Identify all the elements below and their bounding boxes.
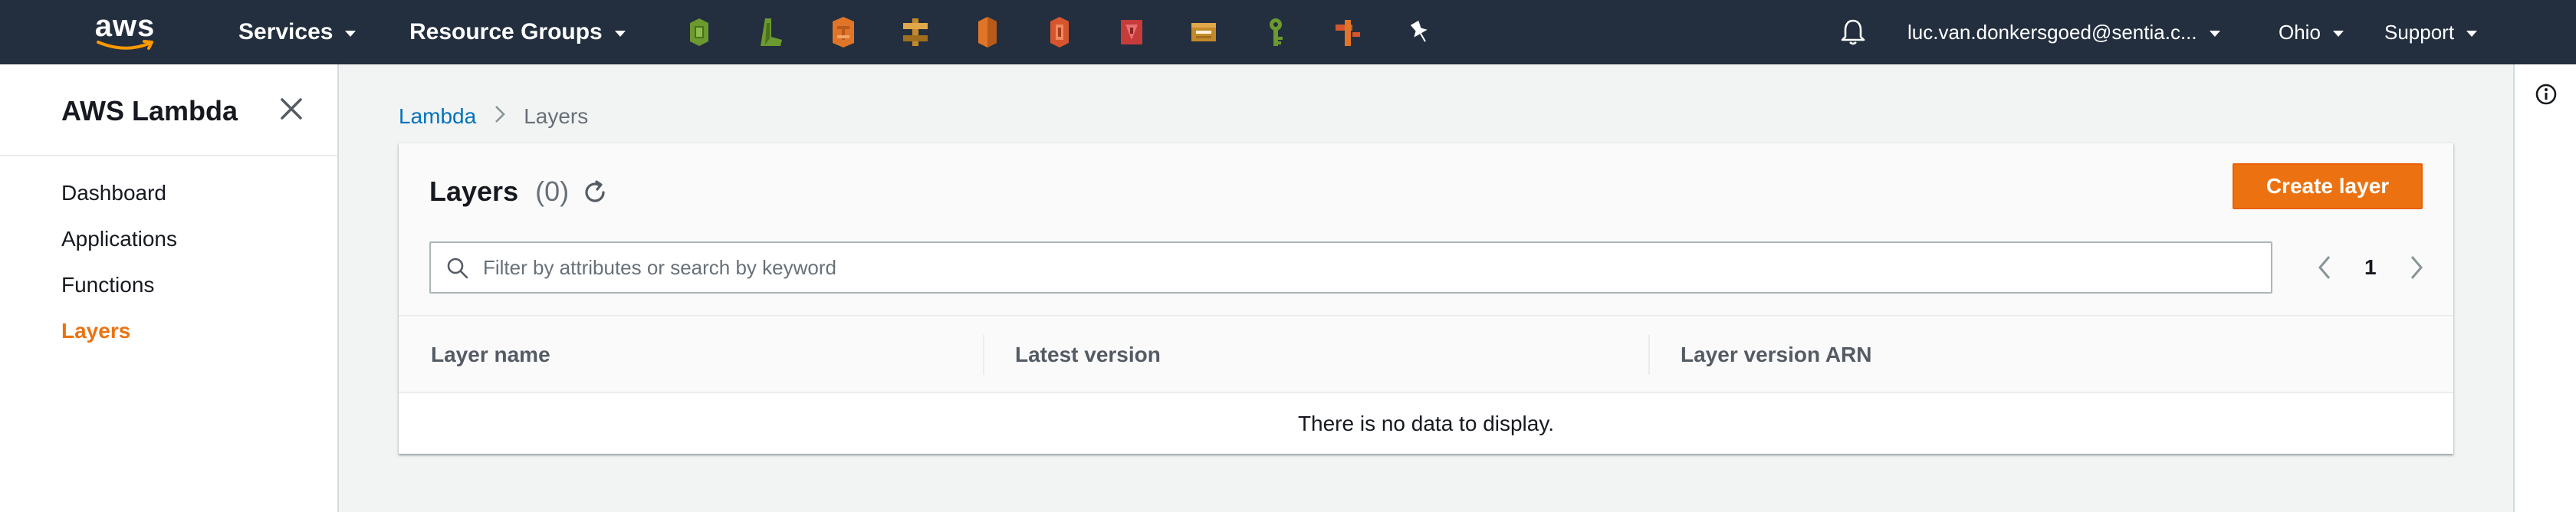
next-page-button[interactable] [2407, 254, 2426, 281]
search-icon [447, 258, 468, 279]
breadcrumb-lambda-link[interactable]: Lambda [399, 104, 476, 129]
chevron-left-icon [2318, 256, 2331, 279]
top-navigation-bar: aws Services Resource Groups luc.van.don… [0, 0, 2576, 64]
chevron-down-icon [2332, 31, 2344, 37]
sidebar-item-layers[interactable]: Layers [61, 319, 130, 343]
aws-service-icon[interactable] [1118, 17, 1145, 48]
aws-logo[interactable]: aws [90, 11, 159, 54]
sidebar-item-applications[interactable]: Applications [61, 227, 177, 251]
column-resizer[interactable] [983, 335, 984, 375]
chevron-right-icon [495, 104, 506, 129]
bell-icon [1841, 19, 1865, 45]
api-gateway-icon[interactable] [1334, 17, 1362, 48]
notifications-button[interactable] [1840, 0, 1866, 64]
chevron-down-icon [345, 31, 356, 37]
breadcrumb-current: Layers [524, 104, 589, 128]
empty-table-message: There is no data to display. [1297, 412, 1555, 435]
column-resizer[interactable] [1648, 335, 1650, 375]
create-layer-button[interactable]: Create layer [2233, 163, 2423, 209]
refresh-button[interactable] [580, 177, 610, 208]
services-menu-label: Services [238, 19, 334, 44]
sidebar-item-dashboard[interactable]: Dashboard [61, 181, 166, 205]
breadcrumb: Lambda Layers [399, 104, 588, 129]
pin-icon[interactable] [1406, 17, 1434, 48]
account-menu-label: luc.van.donkersgoed@sentia.c... [1907, 20, 2197, 44]
info-icon [2535, 84, 2557, 105]
elastic-beanstalk-icon[interactable] [757, 17, 785, 48]
support-menu[interactable]: Support [2384, 0, 2478, 64]
sidebar-item-functions[interactable]: Functions [61, 273, 154, 297]
step-functions-icon[interactable] [902, 17, 929, 48]
chevron-down-icon [2466, 31, 2478, 37]
refresh-icon [585, 180, 605, 202]
chevron-right-icon [2410, 256, 2423, 279]
resource-groups-menu[interactable]: Resource Groups [409, 0, 626, 64]
ec2-icon[interactable] [685, 17, 713, 48]
chevron-down-icon [2209, 31, 2220, 37]
lambda-service-icon[interactable] [830, 17, 857, 48]
layers-title: Layers [429, 176, 519, 207]
close-icon [281, 98, 302, 120]
aws-logo-text: aws [94, 9, 156, 43]
resource-groups-menu-label: Resource Groups [409, 19, 603, 44]
sidenav-title: AWS Lambda [61, 95, 238, 126]
filter-input[interactable] [483, 249, 2246, 286]
info-button[interactable] [2535, 83, 2558, 106]
side-navigation: AWS Lambda Dashboard Applications Functi… [0, 64, 339, 512]
iam-icon[interactable] [1262, 17, 1290, 48]
page-number[interactable]: 1 [2364, 255, 2377, 280]
layers-table-container: Layers (0) Create layer 1 [399, 143, 2453, 454]
support-menu-label: Support [2384, 20, 2455, 44]
layers-header: Layers (0) Create layer 1 [399, 143, 2453, 317]
help-panel-rail [2513, 64, 2576, 512]
aws-service-icon[interactable] [1046, 17, 1073, 48]
services-menu[interactable]: Services [238, 0, 356, 64]
filter-box [429, 241, 2272, 294]
pagination: 1 [2315, 241, 2426, 294]
layers-count: (0) [535, 176, 570, 207]
close-navigation-button[interactable] [278, 95, 305, 123]
aws-service-icon[interactable] [974, 17, 1001, 48]
region-menu[interactable]: Ohio [2279, 0, 2344, 64]
account-menu[interactable]: luc.van.donkersgoed@sentia.c... [1907, 0, 2220, 64]
aws-smile-icon [97, 40, 153, 50]
column-header-layer-name[interactable]: Layer name [431, 318, 550, 392]
previous-page-button[interactable] [2315, 254, 2334, 281]
column-header-layer-version-arn[interactable]: Layer version ARN [1681, 318, 1872, 392]
layers-heading: Layers (0) [429, 176, 569, 208]
column-header-latest-version[interactable]: Latest version [1015, 318, 1161, 392]
table-header-row: Layer name Latest version Layer version … [399, 318, 2453, 393]
sidenav-divider [0, 155, 337, 156]
chevron-down-icon [614, 31, 626, 37]
aws-service-icon[interactable] [1190, 17, 1217, 48]
region-menu-label: Ohio [2279, 20, 2321, 44]
